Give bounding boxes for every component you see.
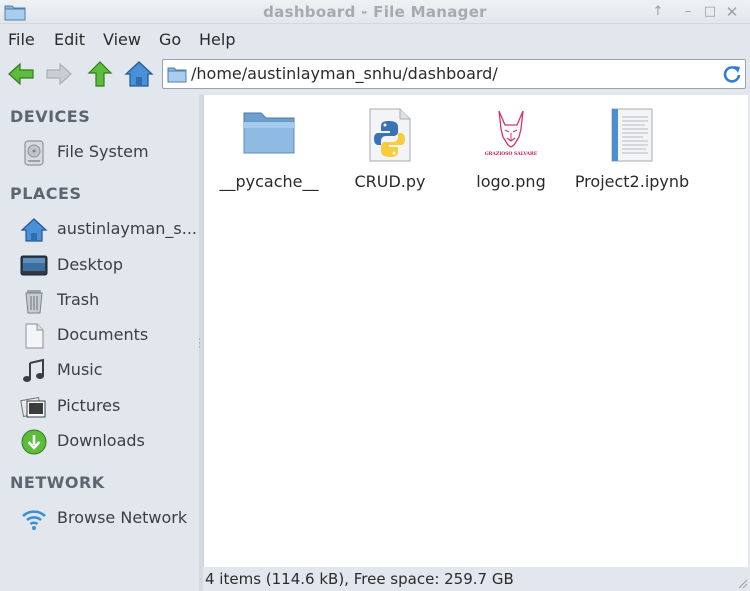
sidebar-item-file-system[interactable]: File System xyxy=(18,138,198,168)
sidebar-item-label: Pictures xyxy=(57,396,121,415)
toolbar: /home/austinlayman_snhu/dashboard/ xyxy=(0,56,750,92)
file-item-logo-png[interactable]: GRAZIOSO SALVARE logo.png xyxy=(446,105,576,195)
drive-icon xyxy=(24,140,44,166)
wifi-icon xyxy=(22,510,46,530)
pictures-icon xyxy=(20,396,46,418)
sidebar-item-home[interactable]: austinlayman_s... xyxy=(18,215,198,245)
logo-text: GRAZIOSO SALVARE xyxy=(485,151,538,157)
up-arrow-icon[interactable] xyxy=(85,59,115,89)
forward-arrow-icon[interactable] xyxy=(44,59,74,89)
location-bar[interactable]: /home/austinlayman_snhu/dashboard/ xyxy=(162,59,746,89)
menu-help[interactable]: Help xyxy=(199,30,235,49)
sidebar-item-trash[interactable]: Trash xyxy=(18,286,198,316)
file-item-pycache[interactable]: __pycache__ xyxy=(204,105,334,195)
file-name: logo.png xyxy=(476,172,546,191)
sidebar-item-desktop[interactable]: Desktop xyxy=(18,251,198,281)
devices-header: DEVICES xyxy=(10,107,91,126)
sidebar: DEVICES File System PLACES austinlayman_… xyxy=(0,95,199,591)
sidebar-item-downloads[interactable]: Downloads xyxy=(18,427,198,457)
pane-resize-handle[interactable]: · · · xyxy=(198,336,202,353)
back-arrow-icon[interactable] xyxy=(6,59,36,89)
sidebar-item-label: File System xyxy=(57,142,149,161)
maximize-button[interactable]: □ xyxy=(700,2,720,22)
sidebar-item-label: Documents xyxy=(57,325,149,344)
text-file-icon xyxy=(611,108,653,162)
menu-edit[interactable]: Edit xyxy=(54,30,85,49)
file-name: CRUD.py xyxy=(354,172,426,191)
desktop-icon xyxy=(20,255,48,276)
sidebar-item-label: austinlayman_s... xyxy=(57,219,197,238)
file-name: __pycache__ xyxy=(219,172,319,191)
window-title: dashboard - File Manager xyxy=(263,3,487,21)
music-icon xyxy=(23,358,44,382)
menu-view[interactable]: View xyxy=(103,30,141,49)
folder-icon xyxy=(167,67,187,83)
sidebar-item-label: Browse Network xyxy=(57,508,188,527)
trash-icon xyxy=(25,290,43,314)
python-file-icon xyxy=(369,108,411,162)
title-bar[interactable]: dashboard - File Manager ↑ – □ ✕ xyxy=(0,0,750,24)
file-manager-window: dashboard - File Manager ↑ – □ ✕ File Ed… xyxy=(0,0,750,591)
sidebar-item-browse-network[interactable]: Browse Network xyxy=(18,504,198,534)
document-icon xyxy=(25,323,44,349)
sidebar-item-music[interactable]: Music xyxy=(18,356,198,386)
shade-button[interactable]: ↑ xyxy=(648,2,668,22)
location-path[interactable]: /home/austinlayman_snhu/dashboard/ xyxy=(191,64,498,83)
sidebar-item-documents[interactable]: Documents xyxy=(18,321,198,351)
folder-icon xyxy=(243,112,295,154)
places-header: PLACES xyxy=(10,184,82,203)
status-bar: 4 items (114.6 kB), Free space: 259.7 GB xyxy=(203,567,750,591)
sidebar-item-label: Desktop xyxy=(57,255,123,274)
image-file-icon: GRAZIOSO SALVARE xyxy=(483,108,539,162)
menu-file[interactable]: File xyxy=(8,30,35,49)
file-item-project2-ipynb[interactable]: Project2.ipynb xyxy=(567,105,697,195)
file-name: Project2.ipynb xyxy=(574,172,690,191)
home-icon xyxy=(20,218,48,242)
reload-icon[interactable] xyxy=(722,64,742,84)
resize-grip-icon[interactable] xyxy=(736,577,748,589)
network-header: NETWORK xyxy=(10,473,105,492)
file-item-crud-py[interactable]: CRUD.py xyxy=(325,105,455,195)
close-button[interactable]: ✕ xyxy=(722,2,742,22)
menu-bar: File Edit View Go Help xyxy=(0,26,750,54)
minimize-button[interactable]: – xyxy=(678,2,698,22)
home-icon[interactable] xyxy=(124,59,154,89)
download-icon xyxy=(21,429,47,455)
file-view[interactable]: __pycache__ CRUD.py GRAZIOSO SALVARE log… xyxy=(203,95,748,567)
sidebar-item-pictures[interactable]: Pictures xyxy=(18,392,198,422)
sidebar-item-label: Downloads xyxy=(57,431,145,450)
sidebar-item-label: Trash xyxy=(57,290,100,309)
sidebar-item-label: Music xyxy=(57,360,103,379)
status-text: 4 items (114.6 kB), Free space: 259.7 GB xyxy=(205,570,514,588)
menu-go[interactable]: Go xyxy=(159,30,181,49)
